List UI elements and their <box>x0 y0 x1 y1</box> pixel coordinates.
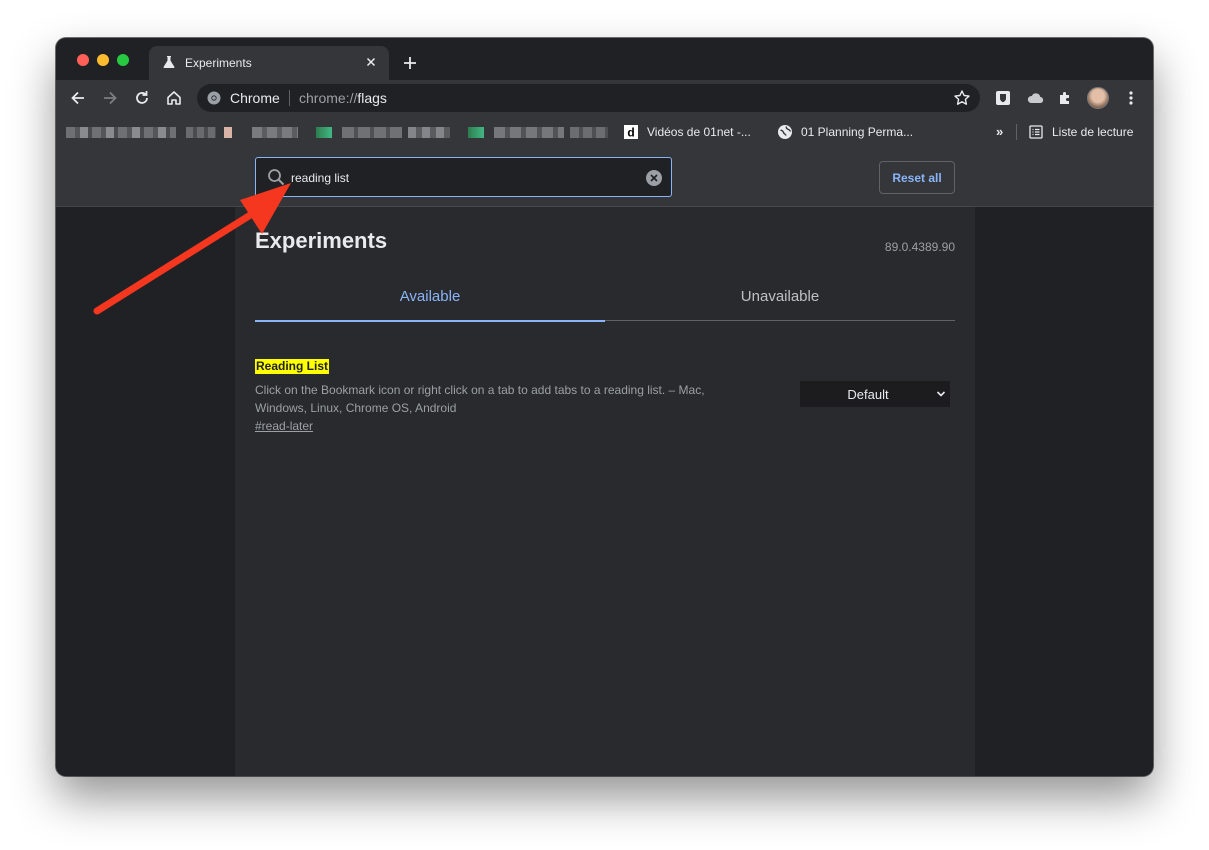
clear-circle-icon[interactable] <box>645 169 663 187</box>
bitwarden-shield-icon[interactable] <box>993 88 1013 108</box>
blurred-bookmark-favicon <box>224 127 232 138</box>
reading-list-icon <box>1029 125 1043 139</box>
site-chip-label: Chrome <box>230 90 280 106</box>
bookmarks-divider <box>1016 124 1017 140</box>
reading-list-label: Liste de lecture <box>1052 125 1134 139</box>
tab-unavailable[interactable]: Unavailable <box>605 277 955 321</box>
forward-arrow-icon[interactable] <box>100 88 120 108</box>
kebab-menu-icon[interactable] <box>1121 88 1141 108</box>
search-box[interactable] <box>255 157 672 197</box>
blurred-bookmark-favicon <box>316 127 332 138</box>
address-bar[interactable]: Chrome chrome://flags <box>197 84 980 112</box>
tab-title: Experiments <box>185 56 252 70</box>
window-minimize-button[interactable] <box>97 54 109 66</box>
blurred-bookmark[interactable] <box>186 127 216 138</box>
url-text[interactable]: chrome://flags <box>299 90 387 106</box>
reload-icon[interactable] <box>132 88 152 108</box>
blurred-bookmark[interactable] <box>494 127 564 138</box>
omnibox-divider <box>289 90 290 106</box>
search-input[interactable] <box>291 169 631 187</box>
blurred-bookmark[interactable] <box>252 127 298 138</box>
bookmark-01net-videos[interactable]: d Vidéos de 01net -... <box>623 123 751 141</box>
tab-available[interactable]: Available <box>255 277 605 322</box>
experiment-description: Click on the Bookmark icon or right clic… <box>255 383 705 415</box>
flags-search-header: Reset all <box>56 148 1153 207</box>
bookmark-label: 01 Planning Perma... <box>801 125 914 139</box>
bookmarks-overflow-chevron[interactable]: » <box>996 124 1003 139</box>
tab-strip: Experiments <box>56 38 1153 80</box>
reset-all-button[interactable]: Reset all <box>879 161 955 194</box>
browser-tab-experiments[interactable]: Experiments <box>149 46 389 80</box>
home-icon[interactable] <box>164 88 184 108</box>
experiment-entry: Reading List Click on the Bookmark icon … <box>255 357 955 435</box>
version-label: 89.0.4389.90 <box>884 240 955 254</box>
avatar[interactable] <box>1087 87 1109 109</box>
window-close-button[interactable] <box>77 54 89 66</box>
star-icon[interactable] <box>952 88 972 108</box>
experiment-permalink[interactable]: #read-later <box>255 419 313 433</box>
chevron-down-icon <box>936 391 946 397</box>
globe-icon <box>778 125 792 139</box>
page-title: Experiments <box>255 228 388 253</box>
bookmark-label: Vidéos de 01net -... <box>647 125 751 139</box>
experiment-title: Reading List <box>255 359 330 374</box>
bookmarks-bar: d Vidéos de 01net -... 01 Planning Perma… <box>56 116 1153 148</box>
availability-tabs: Available Unavailable <box>255 277 955 322</box>
bookmark-01-planning[interactable]: 01 Planning Perma... <box>777 123 913 141</box>
blurred-bookmark[interactable] <box>408 127 450 138</box>
flask-icon <box>163 56 175 68</box>
svg-text:d: d <box>627 126 634 140</box>
flags-panel: Experiments 89.0.4389.90 Available Unava… <box>235 207 975 776</box>
chrome-logo-icon <box>207 91 221 105</box>
close-icon[interactable] <box>363 54 379 70</box>
back-arrow-icon[interactable] <box>68 88 88 108</box>
d-logo-icon: d <box>624 125 638 140</box>
cloud-icon[interactable] <box>1025 88 1045 108</box>
browser-window: Experiments Chrome chrome://flags d Vidé… <box>56 38 1153 776</box>
blurred-bookmark[interactable] <box>570 127 608 138</box>
blurred-bookmark-favicon <box>468 127 484 138</box>
blurred-bookmark[interactable] <box>66 127 176 138</box>
flags-content: Experiments 89.0.4389.90 Available Unava… <box>56 207 1153 776</box>
browser-toolbar: Chrome chrome://flags <box>56 80 1153 116</box>
select-value: Default <box>847 387 889 402</box>
reading-list-button[interactable]: Liste de lecture <box>1028 123 1133 141</box>
blurred-bookmark[interactable] <box>342 127 402 138</box>
magnifier-icon <box>268 169 285 186</box>
window-maximize-button[interactable] <box>117 54 129 66</box>
new-tab-plus-icon[interactable] <box>400 53 420 73</box>
puzzle-piece-icon[interactable] <box>1056 88 1076 108</box>
experiment-state-select[interactable]: Default <box>800 381 950 407</box>
